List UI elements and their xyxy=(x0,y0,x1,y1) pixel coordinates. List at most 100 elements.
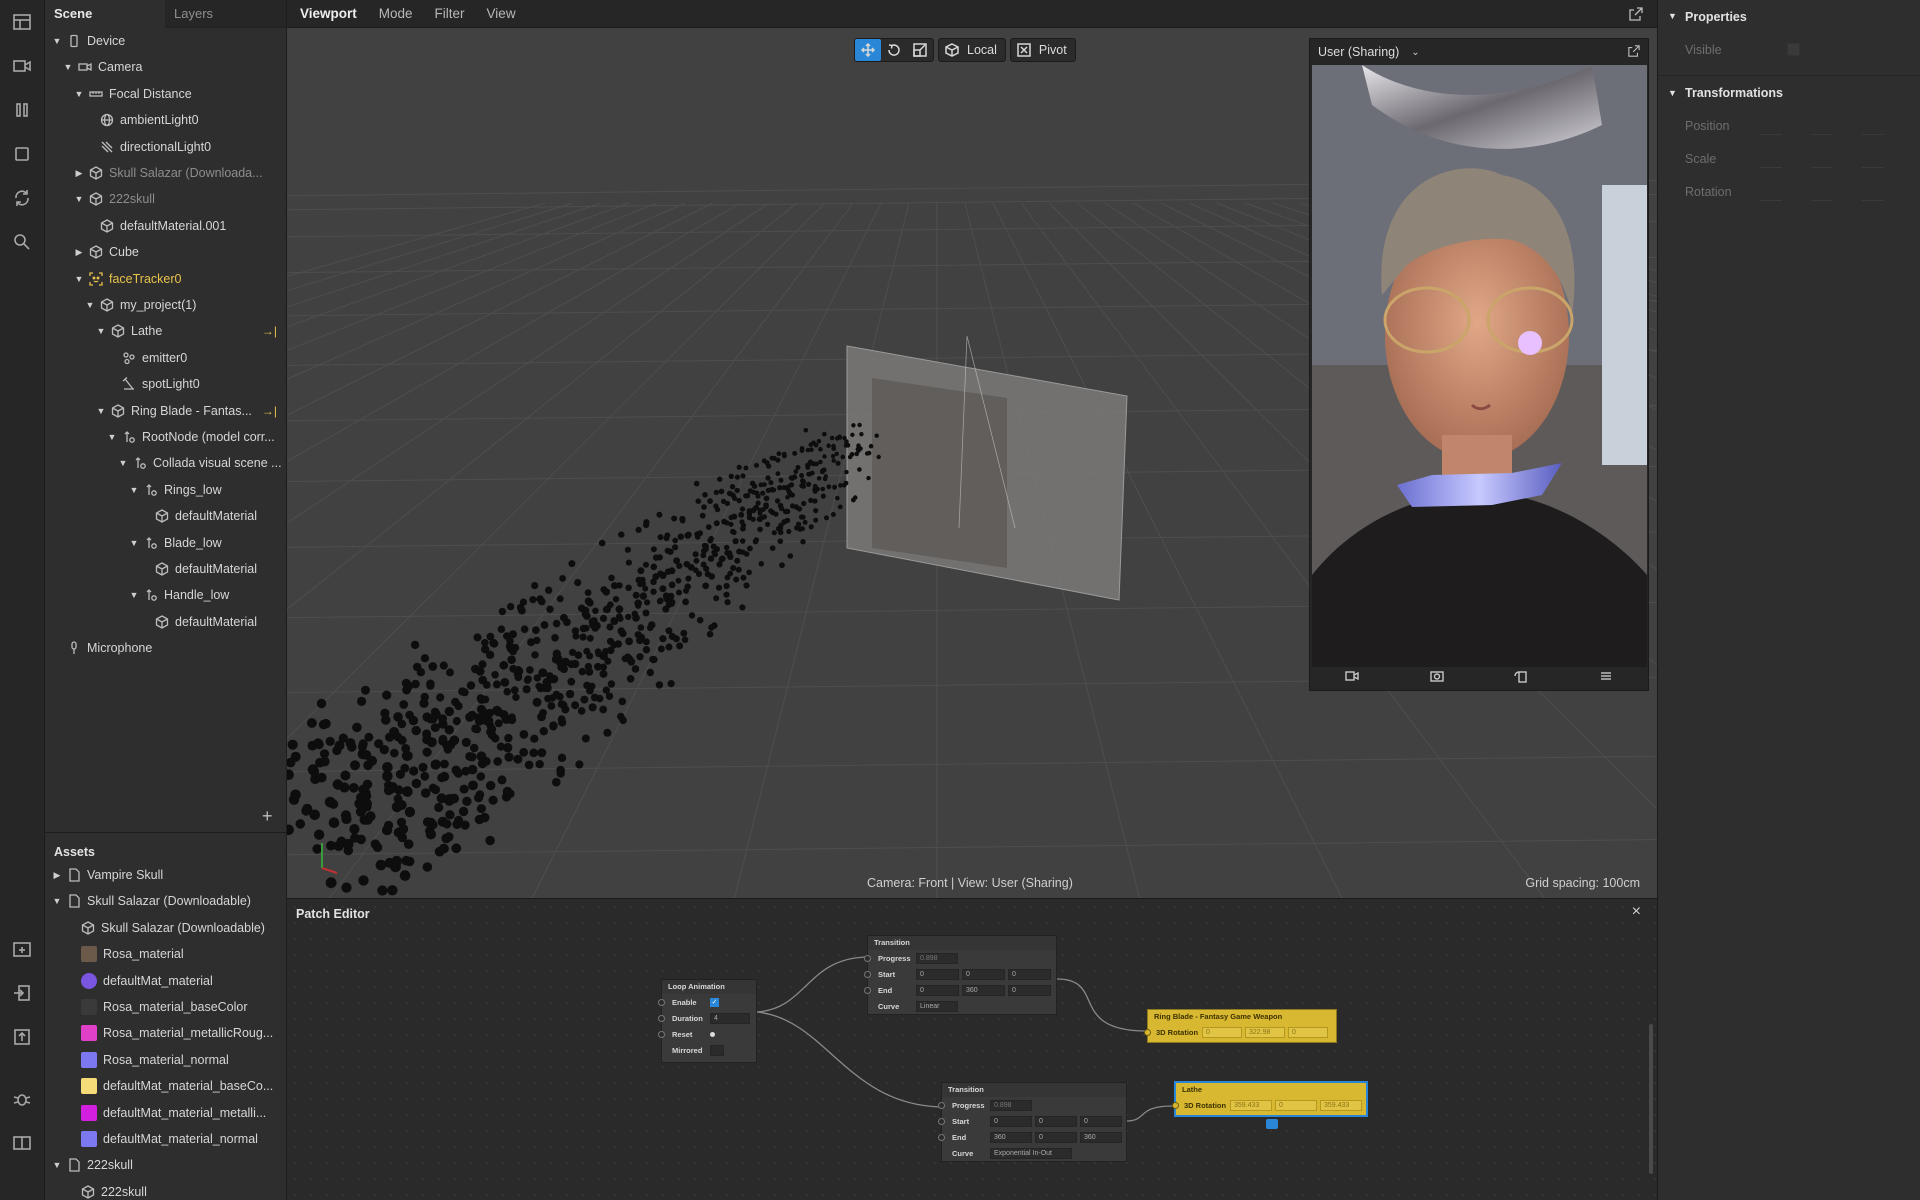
patch-link-icon[interactable]: →| xyxy=(262,404,277,418)
scene-tree-item[interactable]: ▼ Blade_low xyxy=(45,530,287,556)
end-y-field[interactable]: 0 xyxy=(1035,1131,1077,1143)
chevron-right-icon[interactable]: ▶ xyxy=(51,869,63,881)
stop-icon[interactable] xyxy=(10,142,34,166)
start-z-field[interactable]: 0 xyxy=(1080,1115,1122,1127)
rotation-x-field[interactable]: 359.433 xyxy=(1230,1099,1272,1111)
chevron-down-icon[interactable]: ▼ xyxy=(51,35,63,47)
menu-view[interactable]: View xyxy=(476,6,527,21)
tab-scene[interactable]: Scene xyxy=(45,0,165,28)
scene-tree-item[interactable]: defaultMaterial.001 xyxy=(45,213,287,239)
layout-icon[interactable] xyxy=(10,10,34,34)
lathe-patch-node[interactable]: Lathe 3D Rotation 359.433 0 359.433 xyxy=(1172,1081,1368,1117)
loop-animation-node[interactable]: Loop Animation Enable ✓ Duration 4 Reset M… xyxy=(658,979,757,1063)
scene-tree-item[interactable]: ambientLight0 xyxy=(45,107,287,133)
scene-tree-item[interactable]: ▼ Device xyxy=(45,28,287,54)
asset-item[interactable]: 222skull xyxy=(45,1179,287,1200)
scene-tree-item[interactable]: ▼ Focal Distance xyxy=(45,81,287,107)
asset-item[interactable]: ▶ Vampire Skull xyxy=(45,862,287,888)
input-port[interactable] xyxy=(938,1101,945,1109)
patch-editor[interactable]: Patch Editor × Loop Animation Enable ✓ Du… xyxy=(287,898,1657,1200)
start-x-field[interactable]: 0 xyxy=(916,968,959,980)
transform-value-field[interactable] xyxy=(1862,187,1884,201)
transform-value-field[interactable] xyxy=(1862,121,1884,135)
chevron-down-icon[interactable]: ▼ xyxy=(95,325,107,337)
chevron-down-icon[interactable]: ▼ xyxy=(73,88,85,100)
scene-tree-item[interactable]: directionalLight0 xyxy=(45,134,287,160)
input-port[interactable] xyxy=(864,986,871,994)
chevron-down-icon[interactable]: ▼ xyxy=(51,1159,63,1171)
scene-tree-item[interactable]: ▼ Rings_low xyxy=(45,477,287,503)
chevron-right-icon[interactable]: ▶ xyxy=(73,167,85,179)
rotate-device-icon[interactable] xyxy=(1514,669,1528,688)
input-port[interactable] xyxy=(938,1117,945,1125)
3d-viewport[interactable]: Local Pivot Camera: Front | View: User (… xyxy=(287,28,1657,898)
rotation-x-field[interactable]: 0 xyxy=(1202,1026,1242,1038)
asset-item[interactable]: Skull Salazar (Downloadable) xyxy=(45,915,287,941)
end-x-field[interactable]: 0 xyxy=(916,984,959,996)
asset-item[interactable]: Rosa_material_normal xyxy=(45,1047,287,1073)
asset-item[interactable]: defaultMat_material_metalli... xyxy=(45,1100,287,1126)
chevron-down-icon[interactable]: ▼ xyxy=(73,273,85,285)
menu-icon[interactable] xyxy=(1599,669,1613,688)
chevron-down-icon[interactable]: ▼ xyxy=(117,457,129,469)
transform-value-field[interactable] xyxy=(1760,187,1782,201)
input-port[interactable] xyxy=(864,954,871,962)
refresh-icon[interactable] xyxy=(10,186,34,210)
transform-value-field[interactable] xyxy=(1811,187,1833,201)
scene-tree-item[interactable]: ▶ Skull Salazar (Downloada... xyxy=(45,160,287,186)
chevron-down-icon[interactable]: ▼ xyxy=(128,589,140,601)
patch-link-icon[interactable]: →| xyxy=(262,324,277,338)
move-tool-icon[interactable] xyxy=(855,39,881,61)
input-port[interactable] xyxy=(938,1133,945,1141)
transform-value-field[interactable] xyxy=(1760,121,1782,135)
transform-value-field[interactable] xyxy=(1811,121,1833,135)
visible-checkbox[interactable] xyxy=(1787,43,1800,56)
input-port[interactable] xyxy=(864,970,871,978)
scene-tree-item[interactable]: ▼ Collada visual scene ... xyxy=(45,450,287,476)
curve-select[interactable]: Exponential In-Out xyxy=(990,1147,1072,1159)
scene-tree-item[interactable]: defaultMaterial xyxy=(45,503,287,529)
scene-tree-item[interactable]: defaultMaterial xyxy=(45,556,287,582)
scene-tree-item[interactable]: ▼ Lathe →| xyxy=(45,318,287,344)
start-x-field[interactable]: 0 xyxy=(990,1115,1032,1127)
add-object-button[interactable]: + xyxy=(262,806,273,827)
progress-field[interactable]: 0.898 xyxy=(990,1099,1032,1111)
scene-tree-item[interactable]: ▶ Cube xyxy=(45,239,287,265)
chevron-down-icon[interactable]: ▼ xyxy=(1668,11,1677,21)
end-y-field[interactable]: 360 xyxy=(962,984,1005,996)
scene-tree-item[interactable]: defaultMaterial xyxy=(45,609,287,635)
transform-value-field[interactable] xyxy=(1760,154,1782,168)
chevron-down-icon[interactable]: ▼ xyxy=(95,405,107,417)
input-port[interactable] xyxy=(658,998,665,1006)
asset-item[interactable]: defaultMat_material xyxy=(45,968,287,994)
export-icon[interactable] xyxy=(10,1025,34,1049)
chevron-down-icon[interactable]: ▼ xyxy=(106,431,118,443)
chevron-right-icon[interactable]: ▶ xyxy=(73,246,85,258)
mirrored-toggle[interactable] xyxy=(710,1044,724,1056)
progress-field[interactable]: 0.898 xyxy=(916,952,958,964)
add-folder-icon[interactable] xyxy=(10,937,34,961)
search-icon[interactable] xyxy=(10,230,34,254)
scene-tree-item[interactable]: ▼ Ring Blade - Fantas... →| xyxy=(45,398,287,424)
menu-filter[interactable]: Filter xyxy=(424,6,476,21)
menu-viewport[interactable]: Viewport xyxy=(289,6,368,21)
bug-icon[interactable] xyxy=(10,1087,34,1111)
start-y-field[interactable]: 0 xyxy=(962,968,1005,980)
scene-tree-item[interactable]: ▼ my_project(1) xyxy=(45,292,287,318)
chevron-down-icon[interactable]: ▼ xyxy=(73,193,85,205)
asset-item[interactable]: Rosa_material_baseColor xyxy=(45,994,287,1020)
asset-item[interactable]: ▼ 222skull xyxy=(45,1152,287,1178)
enable-checkbox[interactable]: ✓ xyxy=(710,997,719,1007)
pause-icon[interactable] xyxy=(10,98,34,122)
rotation-z-field[interactable]: 0 xyxy=(1288,1026,1328,1038)
rotate-tool-icon[interactable] xyxy=(881,39,907,61)
rotation-y-field[interactable]: 0 xyxy=(1275,1099,1317,1111)
scene-tree-item[interactable]: emitter0 xyxy=(45,345,287,371)
popout-icon[interactable] xyxy=(1629,7,1643,21)
curve-select[interactable]: Linear xyxy=(916,1000,958,1012)
record-video-icon[interactable] xyxy=(1345,669,1359,688)
asset-item[interactable]: Rosa_material xyxy=(45,941,287,967)
scene-tree-item[interactable]: ▼ Handle_low xyxy=(45,582,287,608)
preview-device-select[interactable]: User (Sharing) xyxy=(1318,45,1399,59)
chevron-down-icon[interactable]: ▼ xyxy=(51,895,63,907)
